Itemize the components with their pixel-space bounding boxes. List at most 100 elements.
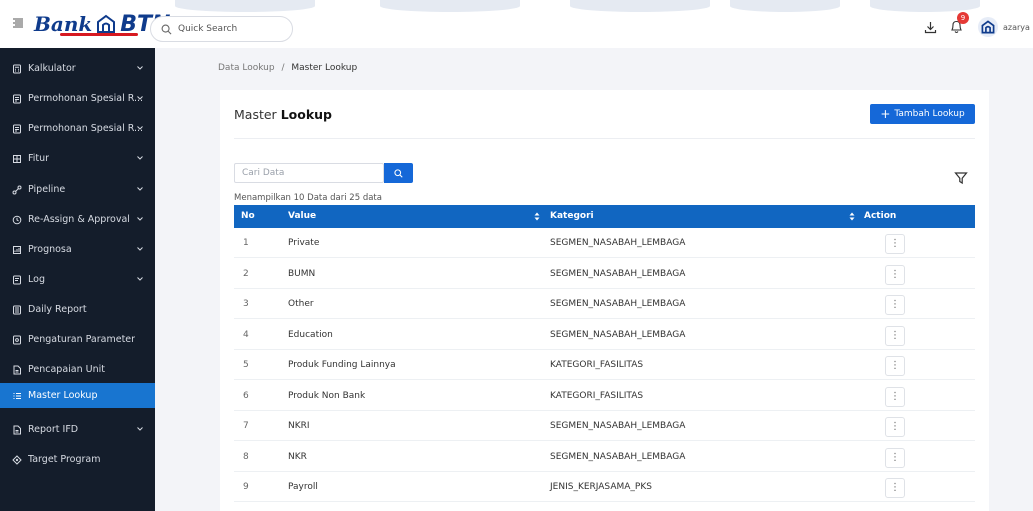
add-lookup-label: Tambah Lookup [894,109,965,119]
header-watermark [570,0,710,12]
sidebar-item-permohonan-spesial-r[interactable]: Permohonan Spesial R... [0,86,155,111]
chevron-down-icon[interactable] [136,245,144,253]
sort-icon[interactable] [849,212,855,221]
sidebar-item-daily-report[interactable]: Daily Report [0,297,155,322]
row-number: 4 [243,329,249,340]
row-kategori: SEGMEN_NASABAH_LEMBAGA [550,238,686,248]
row-action-menu-button[interactable]: ⋮ [885,234,905,254]
row-kategori: SEGMEN_NASABAH_LEMBAGA [550,299,686,309]
sidebar-item-re-assign-approval[interactable]: Re-Assign & Approval [0,207,155,232]
row-number: 9 [243,482,249,492]
chevron-down-icon[interactable] [136,94,144,102]
row-action-menu-button[interactable]: ⋮ [885,417,905,437]
row-value: Education [288,329,333,340]
log-icon [13,275,21,284]
search-input[interactable] [234,163,384,183]
user-menu[interactable]: azarya [978,17,1030,37]
chevron-down-icon[interactable] [136,124,144,132]
row-action-menu-button[interactable]: ⋮ [885,325,905,346]
search-icon [161,24,172,34]
row-action-menu-button[interactable]: ⋮ [885,295,905,315]
search-button[interactable] [384,163,413,183]
filter-icon[interactable] [954,171,968,185]
table-row: 6 Produk Non Bank KATEGORI_FASILITAS ⋮ [234,381,975,411]
content-card: Master Lookup + Tambah Lookup Menampilka… [220,90,989,511]
page-title-bold: Lookup [280,107,332,122]
chart-icon [13,245,21,254]
row-kategori: SEGMEN_NASABAH_LEMBAGA [550,451,686,462]
settings-doc-icon [13,335,21,344]
house-logo-icon [981,20,995,34]
row-kategori: SEGMEN_NASABAH_LEMBAGA [550,421,686,431]
table-row: 2 BUMN SEGMEN_NASABAH_LEMBAGA ⋮ [234,259,975,289]
sidebar-item-label: Target Program [28,454,101,465]
breadcrumb-separator: / [281,63,285,73]
username: azarya [1003,22,1030,32]
list-icon [13,392,21,399]
sort-icon[interactable] [534,212,540,221]
column-header-action: Action [864,211,897,221]
add-lookup-button[interactable]: + Tambah Lookup [870,104,975,124]
row-number: 3 [243,299,249,309]
house-logo-icon [97,14,116,33]
table-row: 5 Produk Funding Lainnya KATEGORI_FASILITA… [234,350,975,380]
row-kategori: SEGMEN_NASABAH_LEMBAGA [550,329,686,340]
quick-search[interactable] [150,16,293,42]
sidebar-item-pencapaian-unit[interactable]: Pencapaian Unit [0,357,155,382]
target-icon [12,454,22,465]
top-header: Bank BTN 9 azarya [0,0,1033,48]
header-watermark [870,0,980,12]
row-action-menu-button[interactable]: ⋮ [885,386,905,407]
chevron-down-icon[interactable] [136,215,144,223]
sidebar-item-target-program[interactable]: Target Program [0,447,155,472]
row-number: 5 [243,360,249,370]
sidebar-item-label: Daily Report [28,304,87,315]
sidebar: Kalkulator Permohonan Spesial R... Permoho… [0,48,155,511]
sidebar-item-kalkulator[interactable]: Kalkulator [0,56,155,81]
chevron-down-icon[interactable] [136,154,144,162]
download-icon[interactable] [924,21,937,34]
chevron-down-icon[interactable] [136,275,144,283]
chevron-down-icon[interactable] [136,64,144,72]
chevron-down-icon[interactable] [136,185,144,193]
column-header-kategori[interactable]: Kategori [550,205,594,228]
row-action-menu-button[interactable]: ⋮ [885,478,905,498]
chevron-down-icon[interactable] [136,425,144,433]
row-value: Private [288,238,320,248]
row-action-menu-button[interactable]: ⋮ [885,356,905,376]
row-number: 1 [243,238,249,248]
sidebar-item-label: Prognosa [28,244,72,255]
breadcrumb-parent[interactable]: Data Lookup [218,63,275,73]
sidebar-item-label: Log [28,274,45,285]
header-watermark [730,0,840,12]
pipeline-icon [12,185,22,194]
grid-icon [13,154,21,163]
table-row: 8 NKR SEGMEN_NASABAH_LEMBAGA ⋮ [234,442,975,472]
column-header-no: No [241,211,255,221]
sidebar-item-label: Permohonan Spesial R... [28,93,144,104]
sidebar-item-permohonan-spesial-r[interactable]: Permohonan Spesial R... [0,116,155,141]
search-icon [394,168,403,178]
menu-toggle-icon[interactable] [12,17,24,29]
sidebar-item-report-ifd[interactable]: Report IFD [0,417,155,442]
row-action-menu-button[interactable]: ⋮ [885,264,905,285]
row-action-menu-button[interactable]: ⋮ [885,447,905,468]
sidebar-item-label: Re-Assign & Approval [28,214,130,225]
sidebar-item-label: Master Lookup [28,390,98,401]
column-header-value[interactable]: Value [288,205,316,228]
divider [234,138,975,139]
sidebar-item-pipeline[interactable]: Pipeline [0,177,155,202]
table-row: 4 Education SEGMEN_NASABAH_LEMBAGA ⋮ [234,320,975,350]
header-watermark [175,0,315,12]
row-kategori: KATEGORI_FASILITAS [550,390,644,401]
sidebar-item-master-lookup[interactable]: Master Lookup [0,383,155,408]
sidebar-item-pengaturan-parameter[interactable]: Pengaturan Parameter [0,327,155,352]
sidebar-item-label: Pipeline [28,184,66,195]
sidebar-item-prognosa[interactable]: Prognosa [0,237,155,262]
quick-search-input[interactable] [178,24,288,34]
sidebar-item-fitur[interactable]: Fitur [0,146,155,171]
sidebar-item-log[interactable]: Log [0,267,155,292]
logo-underline [60,33,138,36]
notification-badge: 9 [957,12,969,24]
sidebar-item-label: Pencapaian Unit [28,364,105,375]
